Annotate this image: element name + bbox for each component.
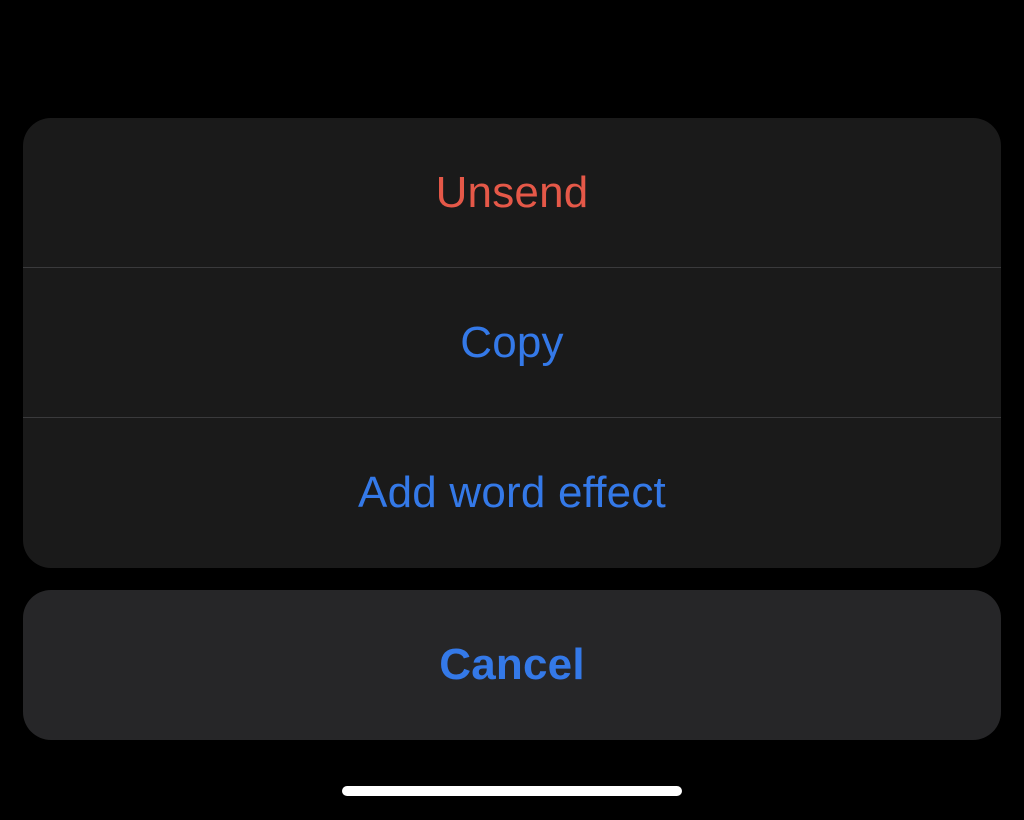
unsend-label: Unsend <box>436 168 589 218</box>
copy-label: Copy <box>460 318 564 368</box>
cancel-label: Cancel <box>439 640 585 690</box>
action-sheet-cancel-group: Cancel <box>23 590 1001 740</box>
add-word-effect-label: Add word effect <box>358 468 666 518</box>
copy-button[interactable]: Copy <box>23 268 1001 418</box>
action-sheet-options-group: Unsend Copy Add word effect <box>23 118 1001 568</box>
unsend-button[interactable]: Unsend <box>23 118 1001 268</box>
cancel-button[interactable]: Cancel <box>23 590 1001 740</box>
home-indicator <box>342 786 682 796</box>
add-word-effect-button[interactable]: Add word effect <box>23 418 1001 568</box>
action-sheet: Unsend Copy Add word effect Cancel <box>23 118 1001 740</box>
